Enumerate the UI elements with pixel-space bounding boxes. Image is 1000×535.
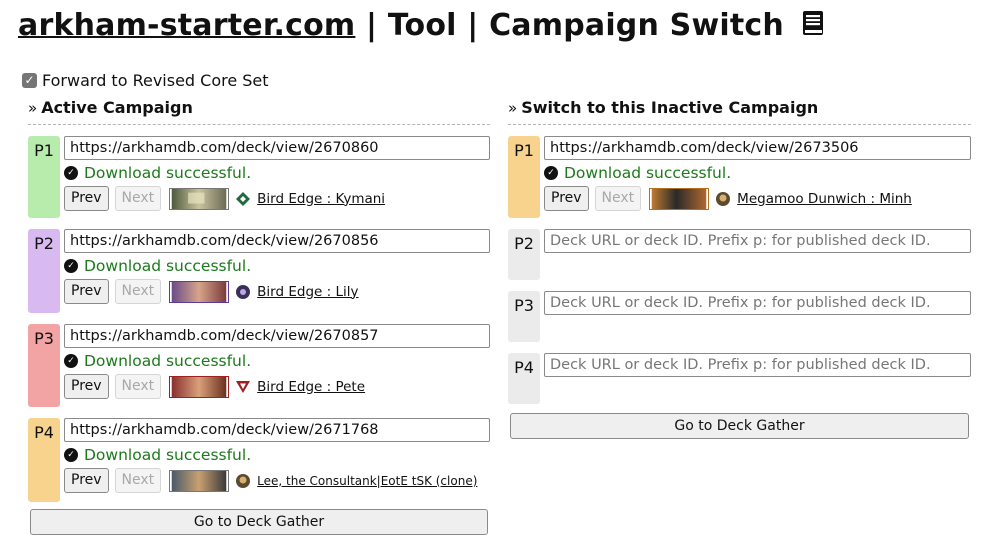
active-slot-p3: P3 https://arkhamdb.com/deck/view/267085… [28, 324, 490, 407]
status-text: Download successful. [84, 446, 252, 464]
active-slot-p2: P2 https://arkhamdb.com/deck/view/267085… [28, 229, 490, 313]
go-to-deck-gather-button-left[interactable]: Go to Deck Gather [30, 509, 488, 535]
inactive-slot-p1: P1 https://arkhamdb.com/deck/view/267350… [508, 136, 971, 218]
investigator-thumbnail [169, 469, 230, 492]
double-chevron-right-icon: » [28, 98, 37, 117]
active-heading-text: Active Campaign [41, 98, 193, 117]
status-text: Download successful. [564, 164, 732, 182]
check-circle-icon: ✓ [64, 354, 78, 368]
investigator-thumbnail [169, 187, 230, 210]
deck-name-link[interactable]: Bird Edge : Lily [257, 284, 358, 300]
deck-url-input[interactable]: https://arkhamdb.com/deck/view/2670857 [64, 324, 490, 348]
next-button[interactable]: Next [114, 186, 162, 211]
player-tag: P4 [508, 353, 540, 404]
deck-url-input[interactable]: Deck URL or deck ID. Prefix p: for publi… [544, 229, 971, 253]
player-tag: P1 [28, 136, 60, 218]
next-button[interactable]: Next [114, 468, 162, 493]
player-tag: P2 [508, 229, 540, 280]
status-text: Download successful. [84, 352, 252, 370]
download-status: ✓ Download successful. [64, 352, 490, 370]
investigator-thumbnail [169, 375, 230, 398]
title-text: | Tool | Campaign Switch [355, 8, 795, 43]
inactive-campaign-panel: » Switch to this Inactive Campaign P1 ht… [508, 96, 971, 404]
download-status: ✓ Download successful. [64, 446, 490, 464]
next-button[interactable]: Next [114, 374, 162, 399]
check-circle-icon: ✓ [64, 448, 78, 462]
check-circle-icon: ✓ [64, 259, 78, 273]
next-button[interactable]: Next [594, 186, 642, 211]
prev-button[interactable]: Prev [64, 374, 109, 399]
player-tag: P3 [28, 324, 60, 407]
forward-label: Forward to Revised Core Set [42, 71, 269, 90]
active-slot-p4: P4 https://arkhamdb.com/deck/view/267176… [28, 418, 490, 502]
deck-url-input[interactable]: https://arkhamdb.com/deck/view/2670860 [64, 136, 490, 160]
rogue-faction-icon [236, 191, 251, 206]
player-tag: P3 [508, 291, 540, 342]
status-text: Download successful. [84, 257, 252, 275]
player-tag: P4 [28, 418, 60, 502]
status-text: Download successful. [84, 164, 252, 182]
double-chevron-right-icon: » [508, 98, 517, 117]
deck-name-link[interactable]: Lee, the Consultank|EotE tSK (clone) [257, 474, 477, 488]
deck-url-input[interactable]: https://arkhamdb.com/deck/view/2673506 [544, 136, 971, 160]
go-to-deck-gather-button-right[interactable]: Go to Deck Gather [510, 413, 969, 439]
forward-checkbox[interactable]: ✓ [22, 73, 37, 88]
investigator-thumbnail [169, 280, 230, 303]
download-status: ✓ Download successful. [64, 164, 490, 182]
inactive-slot-p3: P3 Deck URL or deck ID. Prefix p: for pu… [508, 291, 971, 342]
inactive-heading-text: Switch to this Inactive Campaign [521, 98, 819, 117]
next-button[interactable]: Next [114, 279, 162, 304]
book-icon [802, 11, 823, 35]
player-tag: P2 [28, 229, 60, 313]
site-link[interactable]: arkham-starter.com [18, 8, 355, 43]
inactive-campaign-heading: » Switch to this Inactive Campaign [508, 96, 971, 125]
deck-name-link[interactable]: Bird Edge : Kymani [257, 191, 385, 207]
prev-button[interactable]: Prev [64, 186, 109, 211]
prev-button[interactable]: Prev [64, 279, 109, 304]
investigator-thumbnail [649, 187, 710, 210]
deck-name-link[interactable]: Bird Edge : Pete [257, 379, 365, 395]
player-tag: P1 [508, 136, 540, 218]
check-circle-icon: ✓ [64, 166, 78, 180]
mystic-faction-icon [236, 284, 251, 299]
guardian-faction-icon [236, 473, 251, 488]
forward-option[interactable]: ✓ Forward to Revised Core Set [22, 71, 269, 90]
active-campaign-panel: » Active Campaign P1 https://arkhamdb.co… [28, 96, 490, 502]
deck-url-input[interactable]: https://arkhamdb.com/deck/view/2671768 [64, 418, 490, 442]
deck-url-input[interactable]: Deck URL or deck ID. Prefix p: for publi… [544, 353, 971, 377]
check-circle-icon: ✓ [544, 166, 558, 180]
inactive-slot-p2: P2 Deck URL or deck ID. Prefix p: for pu… [508, 229, 971, 280]
page-title: arkham-starter.com | Tool | Campaign Swi… [18, 8, 825, 43]
seeker-faction-icon [716, 191, 731, 206]
survivor-faction-icon [236, 380, 251, 393]
inactive-slot-p4: P4 Deck URL or deck ID. Prefix p: for pu… [508, 353, 971, 404]
download-status: ✓ Download successful. [544, 164, 971, 182]
prev-button[interactable]: Prev [64, 468, 109, 493]
prev-button[interactable]: Prev [544, 186, 589, 211]
active-campaign-heading: » Active Campaign [28, 96, 490, 125]
download-status: ✓ Download successful. [64, 257, 490, 275]
active-slot-p1: P1 https://arkhamdb.com/deck/view/267086… [28, 136, 490, 218]
deck-url-input[interactable]: Deck URL or deck ID. Prefix p: for publi… [544, 291, 971, 315]
deck-url-input[interactable]: https://arkhamdb.com/deck/view/2670856 [64, 229, 490, 253]
deck-name-link[interactable]: Megamoo Dunwich : Minh [737, 191, 912, 207]
